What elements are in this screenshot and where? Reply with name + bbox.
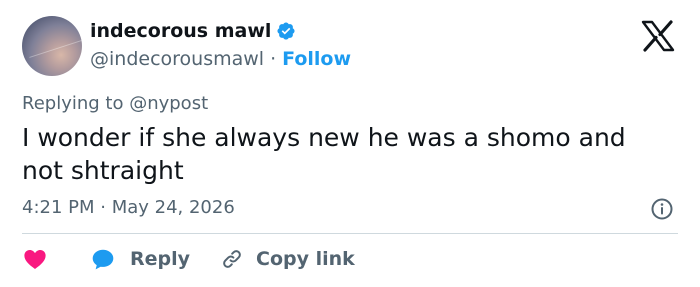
copy-link-label: Copy link	[256, 248, 355, 270]
heart-icon[interactable]	[22, 246, 48, 272]
replying-to-text[interactable]: Replying to @nypost	[22, 93, 208, 114]
copy-link-button[interactable]: Copy link	[190, 247, 355, 271]
tweet-text: I wonder if she always new he was a shom…	[22, 123, 626, 185]
x-logo-icon[interactable]	[640, 20, 676, 52]
reply-bubble-icon	[92, 249, 114, 270]
reply-button[interactable]: Reply	[48, 246, 190, 272]
author-handle[interactable]: @indecorousmawl	[90, 48, 264, 70]
verified-badge-icon	[277, 22, 295, 40]
action-bar: Reply Copy link	[22, 246, 355, 272]
author-name-row: indecorous mawl	[90, 20, 296, 42]
avatar[interactable]	[22, 16, 82, 76]
reply-label: Reply	[130, 248, 191, 270]
author-display-name[interactable]: indecorous mawl	[90, 20, 271, 42]
link-icon	[223, 250, 241, 268]
divider	[22, 233, 678, 234]
author-handle-row: @indecorousmawl · Follow	[90, 48, 351, 70]
tweet-timestamp[interactable]: 4:21 PM · May 24, 2026	[22, 197, 235, 218]
info-icon[interactable]	[650, 197, 674, 221]
follow-button[interactable]: Follow	[282, 48, 351, 70]
handle-separator: ·	[270, 48, 277, 70]
